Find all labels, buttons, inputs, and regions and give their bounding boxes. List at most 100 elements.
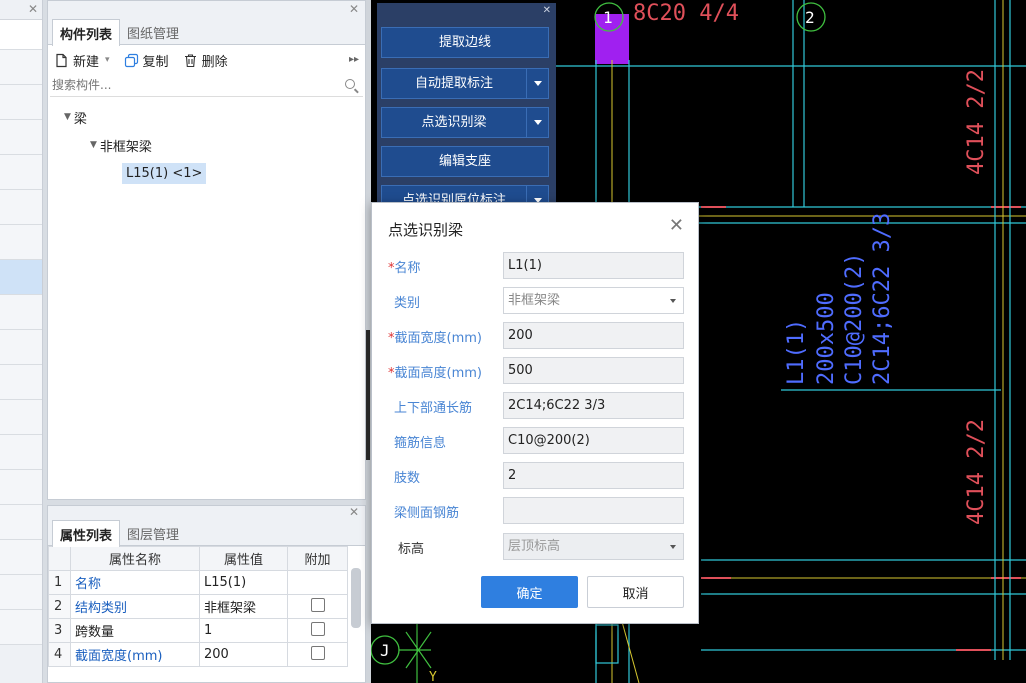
axis-label-j: J [380,641,390,660]
left-panel-row[interactable] [0,400,42,435]
chevron-down-icon[interactable] [526,69,548,98]
close-icon[interactable]: ✕ [28,2,38,16]
chevron-down-icon[interactable] [526,186,548,203]
tab-property-list[interactable]: 属性列表 [52,520,121,547]
name-input[interactable]: L1(1) [503,252,684,279]
left-panel-row[interactable] [0,610,42,645]
close-icon[interactable]: ✕ [669,215,684,236]
copy-button-label: 复制 [142,54,169,70]
auto-extract-annotation-button[interactable]: 自动提取标注 [381,68,549,99]
table-row[interactable]: 2 结构类别 非框架梁 [48,594,348,619]
property-value[interactable]: 200 [199,642,288,667]
table-header-row: 属性名称 属性值 附加 [48,546,348,571]
field-through-bars: 上下部通长筋 2C14;6C22 3/3 [372,392,700,419]
left-panel-row[interactable] [0,155,42,190]
left-panel-row[interactable] [0,365,42,400]
beam-label: 200x500 [814,292,839,385]
close-icon[interactable]: ✕ [349,505,359,519]
cancel-button[interactable]: 取消 [587,576,684,608]
chevron-down-icon[interactable]: ▼ [64,112,71,122]
new-file-icon [54,53,69,68]
left-panel-row[interactable] [0,225,42,260]
close-icon[interactable]: ✕ [349,2,359,16]
ok-button[interactable]: 确定 [481,576,578,608]
property-extra [287,618,348,643]
field-label: 标高 [398,542,425,557]
left-side-panel: ✕ [0,0,43,683]
chevron-down-icon[interactable] [526,108,548,137]
select-value: 非框架梁 [508,293,561,308]
delete-button[interactable]: 删除 [183,51,228,70]
component-tabs: 构件列表 图纸管理 [48,19,365,46]
section-height-input[interactable]: 500 [503,357,684,384]
table-header: 属性名称 [70,546,200,571]
point-identify-in-situ-annotation-button[interactable]: 点选识别原位标注 [381,185,549,203]
field-label: 梁侧面钢筋 [394,506,460,521]
delete-button-label: 删除 [201,54,228,70]
tab-component-list[interactable]: 构件列表 [52,19,121,46]
attach-checkbox[interactable] [310,645,325,660]
stirrup-input[interactable]: C10@200(2) [503,427,684,454]
tree-node-beam[interactable]: ▼ 梁 [48,103,365,131]
chevron-down-icon[interactable]: ▼ [90,140,97,150]
button-label: 提取边线 [438,35,491,50]
property-value[interactable]: 非框架梁 [199,594,288,619]
left-panel-row[interactable] [0,575,42,610]
left-panel-row[interactable] [0,85,42,120]
field-label: *名称 [388,257,421,276]
table-header-index [48,546,71,571]
beam-label: C10@200(2) [842,253,867,385]
property-name: 截面宽度(mm) [70,642,200,667]
side-bars-input[interactable] [503,497,684,524]
table-header: 附加 [287,546,348,571]
chevron-down-icon[interactable]: ▾ [105,55,110,65]
table-row[interactable]: 3 跨数量 1 [48,618,348,643]
left-panel-header: ✕ [0,0,42,20]
section-width-input[interactable]: 200 [503,322,684,349]
search-input[interactable] [50,75,330,95]
field-label: 肢数 [394,471,421,486]
legs-input[interactable]: 2 [503,462,684,489]
new-button[interactable]: 新建 ▾ [54,51,110,70]
field-category: 类别 非框架梁 [372,287,700,314]
field-label-text: 截面宽度(mm) [394,331,482,346]
left-panel-row[interactable] [0,50,42,85]
left-panel-row-selected[interactable] [0,260,42,295]
table-row[interactable]: 4 截面宽度(mm) 200 [48,642,348,667]
tab-layer-management[interactable]: 图层管理 [120,520,186,546]
tree-node-non-frame-beam[interactable]: ▼ 非框架梁 [48,131,365,159]
edit-support-button[interactable]: 编辑支座 [381,146,549,177]
left-panel-row[interactable] [0,505,42,540]
tree-leaf-selected[interactable]: L15(1) <1> [122,162,207,184]
through-bars-input[interactable]: 2C14;6C22 3/3 [503,392,684,419]
left-panel-row[interactable] [0,20,42,50]
extract-edge-button[interactable]: 提取边线 [381,27,549,58]
button-label: 点选识别梁 [421,115,487,130]
search-icon[interactable] [345,79,355,89]
field-label-text: 名称 [394,261,421,276]
property-value[interactable]: 1 [199,618,288,643]
splitter-handle[interactable] [366,330,370,460]
attach-checkbox[interactable] [310,621,325,636]
left-panel-row[interactable] [0,470,42,505]
category-select[interactable]: 非框架梁 [503,287,684,314]
point-identify-beam-button[interactable]: 点选识别梁 [381,107,549,138]
attach-checkbox[interactable] [310,597,325,612]
close-icon[interactable]: ✕ [543,5,551,16]
chevron-down-icon [670,299,676,303]
copy-button[interactable]: 复制 [124,51,169,70]
property-value[interactable]: L15(1) [199,570,288,595]
table-row[interactable]: 1 名称 L15(1) [48,570,348,595]
left-panel-row[interactable] [0,120,42,155]
scrollbar[interactable] [351,568,361,628]
left-panel-row[interactable] [0,540,42,575]
more-icon[interactable]: ▸▸ [349,54,359,65]
left-panel-row[interactable] [0,435,42,470]
tree-leaf-row[interactable]: L15(1) <1> [48,159,365,187]
left-panel-row[interactable] [0,295,42,330]
tab-drawing-management[interactable]: 图纸管理 [120,19,186,45]
elevation-select[interactable]: 层顶标高 [503,533,684,560]
left-panel-row[interactable] [0,190,42,225]
left-panel-row[interactable] [0,330,42,365]
table-header: 属性值 [199,546,288,571]
